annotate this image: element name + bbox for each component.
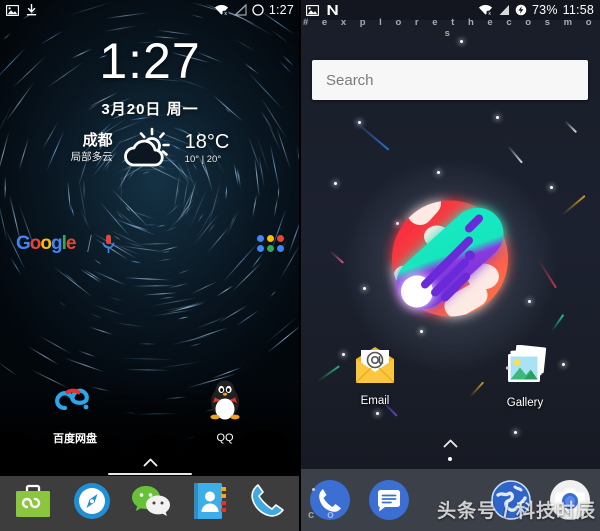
- left-status-time: 1:27: [268, 3, 294, 17]
- hashtag-text: # e x p l o r e t h e c o s m o s: [302, 17, 598, 39]
- blue-compass-icon: [73, 483, 110, 519]
- comet-hero-graphic[interactable]: [365, 171, 535, 346]
- google-logo-letter-o1: o: [29, 232, 42, 254]
- battery-empty-icon: [252, 4, 264, 16]
- phone-handset-icon: [251, 484, 284, 517]
- faint-cosmos-text: c o: [308, 509, 339, 521]
- dock-item-contacts[interactable]: [191, 482, 227, 525]
- weather-temperature: 18°C 10° | 20°: [185, 130, 230, 165]
- dock-side-dot: [312, 488, 315, 491]
- qq-penguin-icon: [210, 380, 240, 420]
- google-logo-letter-g1: G: [16, 232, 31, 254]
- contacts-book-icon: [194, 483, 227, 519]
- comet-planet-icon: [392, 200, 508, 317]
- weather-temp-current: 18°C: [184, 131, 230, 154]
- right-home-app-row: Email Gallery: [300, 344, 600, 409]
- left-phone-screen: x 1:27 1:27 3月20日 周一 成都 局部多云 18°C 10° | …: [0, 0, 300, 531]
- app-drawer-chevron-up-icon[interactable]: [300, 436, 600, 451]
- clock-time: 1:27: [99, 33, 201, 89]
- google-logo-letter-g2: g: [51, 232, 63, 254]
- page-indicator-dot: [448, 457, 452, 461]
- status-system-icons: x 1:27: [214, 3, 294, 17]
- status-system-icons: x 73% 11:58: [478, 3, 594, 17]
- dock-item-browser[interactable]: [73, 482, 111, 525]
- download-icon: [26, 4, 37, 16]
- weather-row[interactable]: 成都 局部多云 18°C 10° | 20°: [0, 127, 300, 169]
- google-search-widget[interactable]: Google: [0, 228, 300, 258]
- image-icon: [6, 4, 19, 16]
- app-label: 百度网盘: [53, 433, 97, 445]
- wechat-icon: [131, 486, 170, 516]
- weather-temp-range: 10° | 20°: [184, 154, 222, 166]
- gallery-photos-icon: [505, 344, 547, 382]
- google-logo-letter-o2: o: [40, 232, 52, 254]
- app-baidu-netdisk[interactable]: 百度网盘: [0, 378, 150, 446]
- green-briefcase-icon: [16, 484, 51, 517]
- search-input[interactable]: Search: [312, 60, 588, 100]
- app-label: Gallery: [506, 397, 544, 409]
- dock-item-briefcase[interactable]: [14, 482, 52, 525]
- signal-bars-icon: [499, 5, 510, 15]
- partly-cloudy-icon: [123, 127, 170, 167]
- app-email[interactable]: Email: [300, 345, 450, 409]
- google-logo-letter-e: e: [65, 232, 77, 254]
- dual-phone-screenshot: x 1:27 1:27 3月20日 周一 成都 局部多云 18°C 10° | …: [0, 0, 600, 531]
- clock-date: 3月20日 周一: [101, 101, 199, 118]
- signal-no-service-icon: [233, 4, 247, 16]
- messages-bubble-icon: [369, 480, 410, 520]
- image-icon: [306, 4, 319, 16]
- microphone-icon[interactable]: [102, 234, 115, 253]
- dock-item-messages[interactable]: [359, 479, 418, 521]
- left-status-bar: x 1:27: [0, 0, 300, 20]
- status-notification-icons: [6, 4, 37, 16]
- nova-n-icon: [327, 5, 338, 15]
- app-label: QQ: [216, 432, 234, 444]
- email-envelope-icon: [355, 347, 395, 383]
- battery-percent: 73%: [532, 3, 558, 17]
- right-status-time: 11:58: [562, 3, 594, 17]
- weather-city: 成都: [82, 132, 113, 150]
- home-indicator-bar[interactable]: [108, 472, 192, 475]
- colored-dots-grid-icon[interactable]: [257, 234, 284, 252]
- app-gallery[interactable]: Gallery: [450, 344, 600, 409]
- status-notification-icons: [306, 4, 339, 16]
- left-dock: [0, 476, 300, 531]
- app-drawer-chevron-up-icon[interactable]: [0, 456, 300, 469]
- app-label: Email: [360, 395, 390, 407]
- dock-item-wechat[interactable]: [131, 484, 171, 523]
- google-logo[interactable]: Google: [16, 232, 77, 254]
- battery-charging-icon: [515, 4, 527, 16]
- search-placeholder: Search: [326, 71, 374, 89]
- divider: [87, 234, 93, 252]
- weather-condition: 局部多云: [70, 150, 113, 163]
- wifi-off-icon: x: [478, 4, 493, 16]
- clock-weather-widget[interactable]: 1:27 3月20日 周一 成都 局部多云 18°C 10° | 20°: [0, 36, 300, 169]
- wifi-off-icon: x: [214, 4, 229, 16]
- left-home-app-row: 百度网盘 QQ: [0, 378, 300, 446]
- weather-location: 成都 局部多云: [71, 132, 113, 164]
- baidu-netdisk-icon: [55, 388, 89, 411]
- watermark-text: 头条号 / 科技时辰: [437, 501, 596, 522]
- dock-item-phone[interactable]: [248, 482, 286, 525]
- right-phone-screen: x 73% 11:58 # e x p l o r e t h e c o s …: [300, 0, 600, 531]
- app-qq[interactable]: QQ: [150, 378, 300, 446]
- phone-divider: [299, 0, 301, 531]
